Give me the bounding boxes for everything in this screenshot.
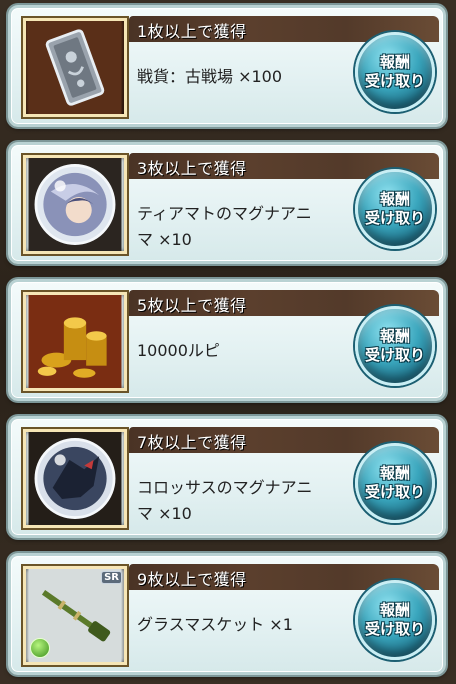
claim-button-label-line2: 受け取り	[364, 346, 425, 364]
reward-name-line: コロッサスのマグナアニ	[137, 478, 313, 497]
claim-button-label-line1: 報酬	[379, 464, 410, 482]
requirement-label: 7枚以上で獲得	[137, 433, 247, 452]
reward-name-line: マ ×10	[137, 230, 192, 249]
reward-card: 5枚以上で獲得 10000ルピ 報酬 受け取り	[8, 279, 446, 401]
reward-name: ティアマトのマグナアニ マ ×10	[137, 201, 357, 253]
reward-card: 1枚以上で獲得 戦貨：古戦場 ×100 報酬 受け取り	[8, 5, 446, 127]
reward-card: 7枚以上で獲得 コロッサスのマグナアニ マ ×10 報酬 受け取り	[8, 416, 446, 538]
claim-button-label-line1: 報酬	[379, 327, 410, 345]
reward-name: 戦貨：古戦場 ×100	[137, 64, 357, 90]
claim-reward-button[interactable]: 報酬 受け取り	[355, 443, 435, 523]
reward-name-line: 戦貨：古戦場 ×100	[137, 67, 283, 86]
requirement-label: 9枚以上で獲得	[137, 570, 247, 589]
claim-reward-button[interactable]: 報酬 受け取り	[355, 32, 435, 112]
claim-reward-button[interactable]: 報酬 受け取り	[355, 169, 435, 249]
claim-reward-button[interactable]: 報酬 受け取り	[355, 580, 435, 660]
reward-card: SR 9枚以上で獲得 グラスマスケット ×1 報酬 受け取り	[8, 553, 446, 675]
claim-reward-button[interactable]: 報酬 受け取り	[355, 306, 435, 386]
claim-button-label-line2: 受け取り	[364, 72, 425, 90]
claim-button-label-line1: 報酬	[379, 601, 410, 619]
claim-button-label-line2: 受け取り	[364, 483, 425, 501]
claim-button-label-line1: 報酬	[379, 53, 410, 71]
reward-name-line: ティアマトのマグナアニ	[137, 204, 312, 223]
rarity-badge: SR	[101, 571, 122, 584]
reward-name: グラスマスケット ×1	[137, 612, 357, 638]
reward-name: コロッサスのマグナアニ マ ×10	[137, 475, 357, 527]
claim-button-label-line2: 受け取り	[364, 620, 425, 638]
colossus-orb-icon	[23, 429, 127, 528]
claim-button-label-line2: 受け取り	[364, 209, 425, 227]
reward-name-line: 10000ルピ	[137, 341, 220, 360]
reward-name: 10000ルピ	[137, 338, 357, 364]
wind-element-icon	[30, 638, 50, 658]
requirement-label: 1枚以上で獲得	[137, 22, 247, 41]
reward-card: 3枚以上で獲得 ティアマトのマグナアニ マ ×10 報酬 受け取り	[8, 142, 446, 264]
musket-icon: SR	[23, 566, 127, 665]
tiamat-orb-icon	[23, 155, 127, 254]
silver-card-icon	[23, 18, 127, 117]
reward-name-line: マ ×10	[137, 504, 192, 523]
requirement-label: 5枚以上で獲得	[137, 296, 247, 315]
requirement-label: 3枚以上で獲得	[137, 159, 247, 178]
reward-name-line: グラスマスケット ×1	[137, 615, 293, 634]
gold-coins-icon	[23, 292, 127, 391]
claim-button-label-line1: 報酬	[379, 190, 410, 208]
